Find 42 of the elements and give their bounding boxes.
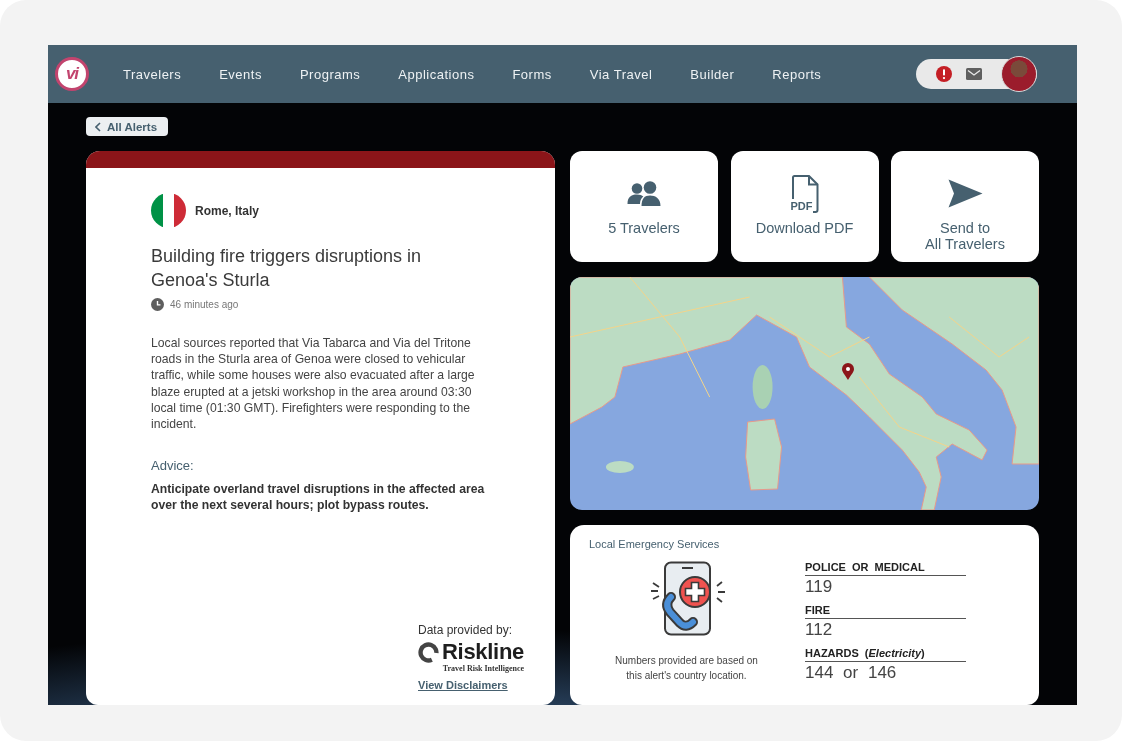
brand-name: Riskline <box>442 640 524 664</box>
nav-link[interactable]: Builder <box>690 66 735 82</box>
advice-text: Anticipate overland travel disruptions in the affected area over the next several hours; plot bypass routes. <box>151 481 486 514</box>
service-number: 119 <box>805 576 834 598</box>
alert-title: Building fire triggers disruptions in Genoa's Sturla <box>151 245 423 292</box>
mail-icon[interactable] <box>966 68 982 80</box>
advice-heading: Advice: <box>151 458 195 474</box>
users-icon <box>627 181 661 206</box>
nav-link[interactable]: Programs <box>299 66 361 82</box>
action-button[interactable]: PDF Download PDF <box>730 151 879 262</box>
ring-logo-icon <box>418 641 439 663</box>
alert-description: Local sources reported that Via Tabarca and Via del Tritone roads in the Sturla area of Genoa were closed to vehicular traffic, while some houses were also evacuated after a large blaze erupted at a jetski workshop in the area around 03:30 local time (01:30 GMT). Firefighters were responding to the incident. <box>151 335 476 433</box>
emergency-phone-icon <box>649 561 726 637</box>
back-button[interactable]: All Alerts <box>86 117 169 136</box>
nav-link[interactable]: Via Travel <box>589 66 653 82</box>
send-icon <box>947 179 983 208</box>
logo[interactable]: vi <box>55 57 89 91</box>
nav-link[interactable]: Travelers <box>123 66 182 82</box>
map-pin-icon <box>842 363 854 380</box>
user-menu[interactable] <box>916 59 1037 89</box>
disclaimers-link[interactable]: View Disclaimers <box>418 679 508 691</box>
location-label: Rome, Italy <box>195 203 260 218</box>
chevron-left-icon <box>95 121 101 132</box>
card-title: Local Emergency Services <box>589 538 721 550</box>
service-label: POLICE OR MEDICAL <box>805 561 966 576</box>
nav-link[interactable]: Events <box>219 66 262 82</box>
service-number: 112 <box>805 619 834 641</box>
nav-link[interactable]: Forms <box>512 66 552 82</box>
source-label: Data provided by: <box>418 623 513 637</box>
clock-icon <box>151 298 164 311</box>
service-label: HAZARDS (Electricity) <box>805 647 966 662</box>
timestamp: 46 minutes ago <box>170 299 239 310</box>
nav-link[interactable]: Applications <box>398 66 475 82</box>
location-note: Numbers provided are based on this alert's country location. <box>614 654 759 683</box>
avatar[interactable] <box>1001 56 1037 92</box>
action-button[interactable]: Send to All Travelers <box>891 151 1039 262</box>
action-button[interactable]: 5 Travelers <box>570 151 718 262</box>
service-number: 144 or 146 <box>805 662 898 684</box>
brand-tagline: Travel Risk Intelligence <box>442 664 524 673</box>
nav-link[interactable]: Reports <box>772 66 822 82</box>
alert-icon[interactable] <box>936 66 952 82</box>
service-label: FIRE <box>805 604 966 619</box>
